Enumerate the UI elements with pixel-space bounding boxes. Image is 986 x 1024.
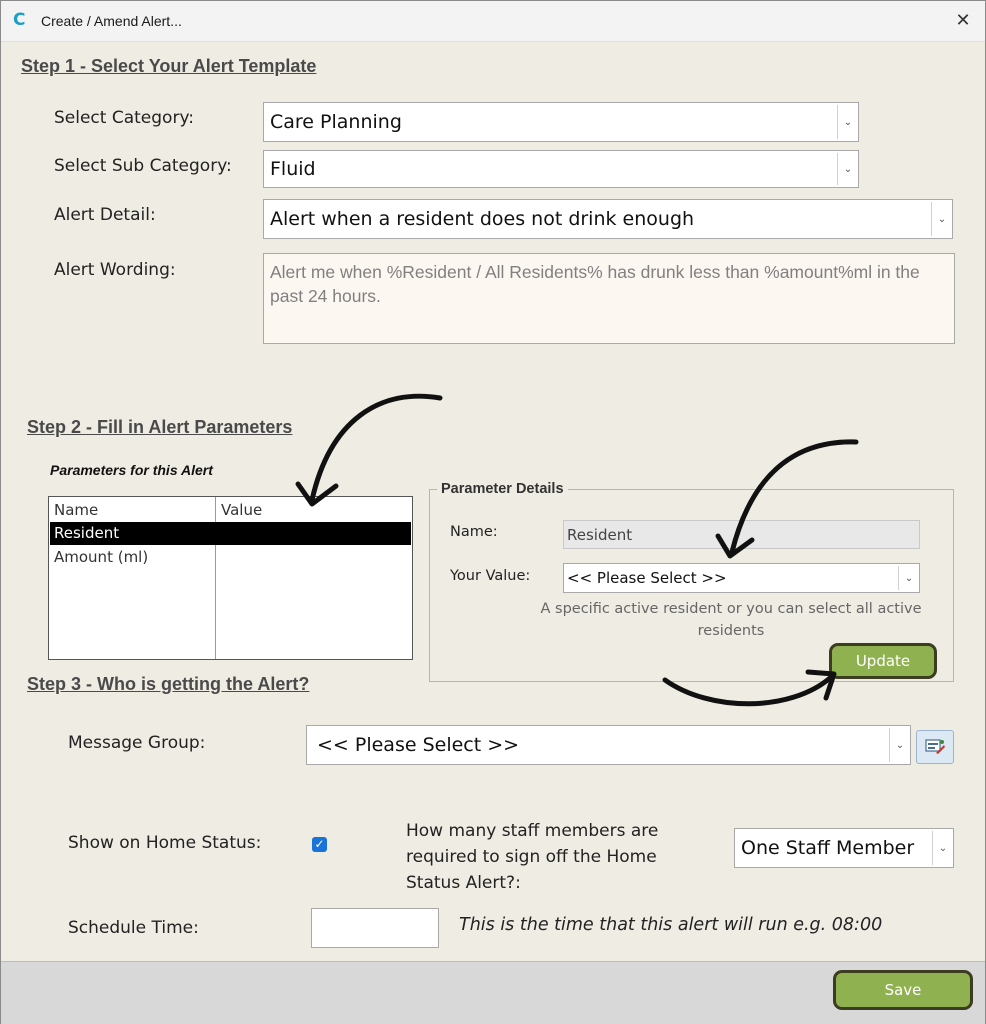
- your-value-label: Your Value:: [450, 568, 531, 584]
- column-header-name[interactable]: Name: [54, 501, 98, 519]
- chevron-down-icon[interactable]: ⌄: [931, 202, 952, 236]
- step2-title: Step 2 - Fill in Alert Parameters: [27, 417, 293, 437]
- window-title: Create / Amend Alert...: [41, 13, 182, 29]
- chevron-down-icon[interactable]: ⌄: [932, 831, 953, 865]
- row-name: Amount (ml): [54, 548, 149, 566]
- subcategory-label: Select Sub Category:: [54, 156, 232, 176]
- home-status-checkbox[interactable]: ✓: [312, 837, 327, 852]
- message-group-label: Message Group:: [68, 733, 206, 753]
- app-logo-icon: C: [13, 10, 26, 30]
- close-button[interactable]: ✕: [949, 7, 977, 35]
- step1-title: Step 1 - Select Your Alert Template: [21, 56, 317, 76]
- category-select[interactable]: Care Planning ⌄: [263, 102, 859, 142]
- subcategory-select[interactable]: Fluid ⌄: [263, 150, 859, 188]
- parameters-list[interactable]: Name Value Resident Amount (ml): [48, 496, 413, 660]
- column-header-value[interactable]: Value: [221, 501, 262, 519]
- staff-count-select[interactable]: One Staff Member ⌄: [734, 828, 954, 868]
- schedule-label: Schedule Time:: [68, 918, 199, 938]
- message-group-value: << Please Select >>: [317, 734, 520, 756]
- table-row[interactable]: Amount (ml): [50, 546, 411, 569]
- params-heading: Parameters for this Alert: [50, 462, 213, 478]
- staff-count-value: One Staff Member: [741, 837, 915, 859]
- parameter-details-legend: Parameter Details: [437, 481, 568, 497]
- param-name-label: Name:: [450, 524, 498, 540]
- detail-select[interactable]: Alert when a resident does not drink eno…: [263, 199, 953, 239]
- home-status-label: Show on Home Status:: [68, 833, 262, 853]
- detail-value: Alert when a resident does not drink eno…: [270, 208, 695, 230]
- group-edit-icon: [925, 739, 945, 754]
- staff-question: How many staff members are required to s…: [406, 821, 659, 893]
- save-button[interactable]: Save: [833, 970, 973, 1010]
- your-value-value: << Please Select >>: [567, 569, 727, 587]
- your-value-select[interactable]: << Please Select >> ⌄: [563, 563, 920, 593]
- category-value: Care Planning: [270, 111, 402, 133]
- schedule-note: This is the time that this alert will ru…: [459, 915, 883, 935]
- table-row[interactable]: Resident: [50, 522, 411, 545]
- wording-label: Alert Wording:: [54, 260, 176, 280]
- dialog-footer: Save: [1, 961, 985, 1024]
- schedule-time-input[interactable]: [311, 908, 439, 948]
- category-label: Select Category:: [54, 108, 194, 128]
- update-button[interactable]: Update: [829, 643, 937, 679]
- subcategory-value: Fluid: [270, 158, 316, 180]
- message-group-select[interactable]: << Please Select >> ⌄: [306, 725, 911, 765]
- param-hint: A specific active resident or you can se…: [540, 601, 922, 639]
- step3-title: Step 3 - Who is getting the Alert?: [27, 674, 310, 694]
- chevron-down-icon[interactable]: ⌄: [837, 105, 858, 139]
- chevron-down-icon[interactable]: ⌄: [889, 728, 910, 762]
- chevron-down-icon[interactable]: ⌄: [898, 566, 919, 590]
- alert-dialog: C Create / Amend Alert... ✕ Step 1 - Sel…: [0, 0, 986, 1024]
- title-bar: C Create / Amend Alert... ✕: [1, 1, 985, 42]
- param-name-field: Resident: [563, 520, 920, 549]
- wording-textarea[interactable]: Alert me when %Resident / All Residents%…: [263, 253, 955, 344]
- detail-label: Alert Detail:: [54, 205, 156, 225]
- manage-groups-button[interactable]: [916, 730, 954, 764]
- row-name: Resident: [54, 524, 120, 542]
- chevron-down-icon[interactable]: ⌄: [837, 153, 858, 185]
